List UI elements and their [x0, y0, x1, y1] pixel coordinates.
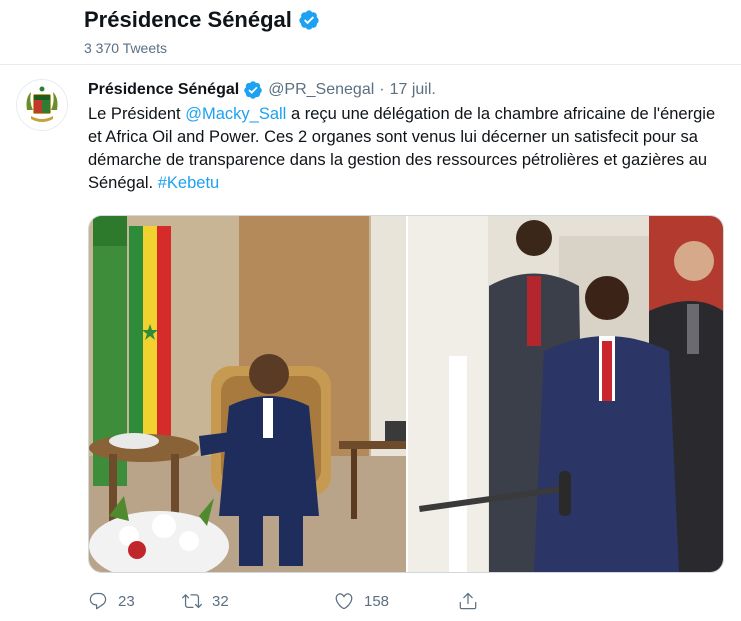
profile-header: Présidence Sénégal 3 370 Tweets [0, 0, 741, 64]
like-count: 158 [364, 592, 390, 610]
profile-title-row: Présidence Sénégal [84, 7, 320, 33]
tweet-media[interactable] [88, 215, 724, 573]
like-button[interactable]: 158 [334, 591, 389, 611]
photo-left[interactable] [89, 216, 406, 572]
photo-right[interactable] [408, 216, 723, 572]
tweet-actions: 23 32 158 [88, 591, 508, 615]
reply-icon [89, 592, 107, 610]
tweet-handle[interactable]: @PR_Senegal [268, 81, 374, 99]
tweet-author-name[interactable]: Présidence Sénégal [88, 81, 239, 99]
mention-link[interactable]: @Macky_Sall [185, 105, 286, 123]
tweet-count: 3 370 Tweets [84, 40, 168, 56]
coat-of-arms-icon [17, 80, 67, 130]
reply-count: 23 [118, 592, 135, 610]
verified-badge-icon [299, 10, 319, 30]
header-divider [0, 64, 741, 65]
share-button[interactable] [458, 591, 488, 611]
hashtag-link[interactable]: #Kebetu [158, 174, 219, 192]
media-photos [89, 216, 723, 572]
retweet-count: 32 [212, 592, 229, 610]
like-icon [335, 593, 353, 610]
retweet-button[interactable]: 32 [182, 591, 229, 611]
retweet-icon [182, 594, 202, 609]
share-icon [459, 592, 477, 610]
tweet-header: Présidence Sénégal @PR_Senegal · 17 juil… [88, 80, 436, 100]
separator-dot: · [379, 81, 385, 98]
tweet-date[interactable]: 17 juil. [390, 81, 436, 99]
tweet-text: Le Président @Macky_Sall a reçu une délé… [88, 103, 728, 195]
avatar[interactable] [16, 79, 68, 131]
profile-name: Présidence Sénégal [84, 7, 292, 32]
reply-button[interactable]: 23 [88, 591, 135, 611]
verified-badge-icon [244, 81, 262, 99]
tweet-text-start: Le Président [88, 105, 186, 123]
